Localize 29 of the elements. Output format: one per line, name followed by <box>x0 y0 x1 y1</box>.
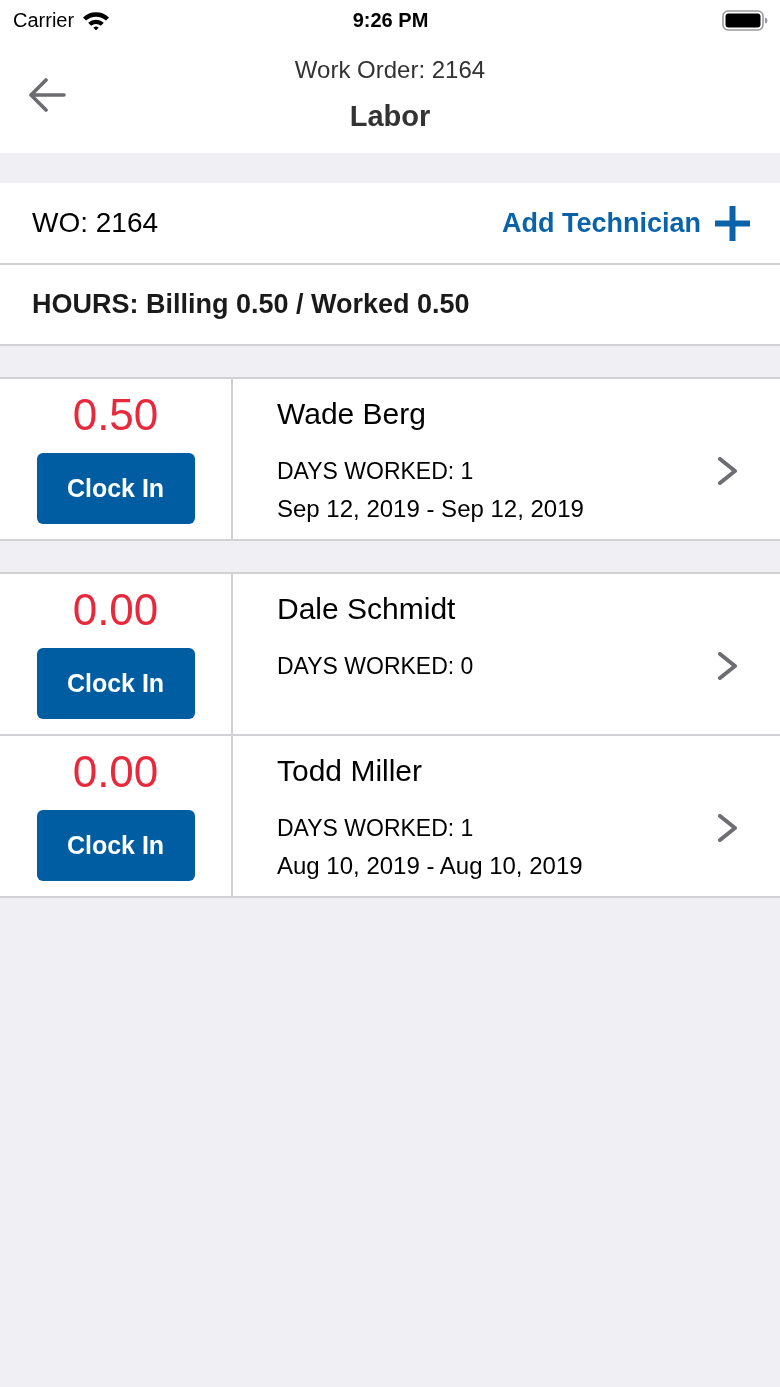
technician-hours: 0.00 <box>72 748 159 796</box>
battery-icon <box>722 9 768 31</box>
back-arrow-icon <box>28 78 66 112</box>
days-worked: DAYS WORKED: 1 <box>277 814 475 843</box>
date-range: Aug 10, 2019 - Aug 10, 2019 <box>277 851 584 881</box>
technician-name: Dale Schmidt <box>277 591 457 627</box>
chevron-right-icon <box>717 457 738 485</box>
add-technician-button[interactable]: Add Technician <box>501 205 750 241</box>
days-worked: DAYS WORKED: 0 <box>277 652 475 681</box>
chevron-right-icon <box>717 652 738 680</box>
technician-hours: 0.00 <box>72 586 159 634</box>
clock-in-button[interactable]: Clock In <box>36 810 195 881</box>
work-order-label: WO: 2164 <box>32 207 159 239</box>
carrier-label: Carrier <box>13 8 75 32</box>
days-worked: DAYS WORKED: 1 <box>277 457 475 486</box>
hours-summary: HOURS: Billing 0.50 / Worked 0.50 <box>32 289 470 320</box>
technician-name: Todd Miller <box>277 753 424 789</box>
chevron-right-icon <box>717 814 738 842</box>
nav-subtitle: Work Order: 2164 <box>294 55 486 85</box>
technician-hours: 0.50 <box>72 391 159 439</box>
technician-name: Wade Berg <box>277 396 427 432</box>
clock-in-button[interactable]: Clock In <box>36 648 195 719</box>
plus-icon <box>715 205 750 241</box>
date-range: Sep 12, 2019 - Sep 12, 2019 <box>277 494 585 524</box>
technician-row[interactable]: 0.00 Clock In Todd Miller DAYS WORKED: 1 Aug 10, 2019 - Aug 10, 2019 <box>0 734 780 896</box>
status-time: 9:26 PM <box>352 8 429 32</box>
nav-title: Labor <box>349 99 431 134</box>
wifi-icon <box>82 10 111 30</box>
clock-in-button[interactable]: Clock In <box>36 453 195 524</box>
